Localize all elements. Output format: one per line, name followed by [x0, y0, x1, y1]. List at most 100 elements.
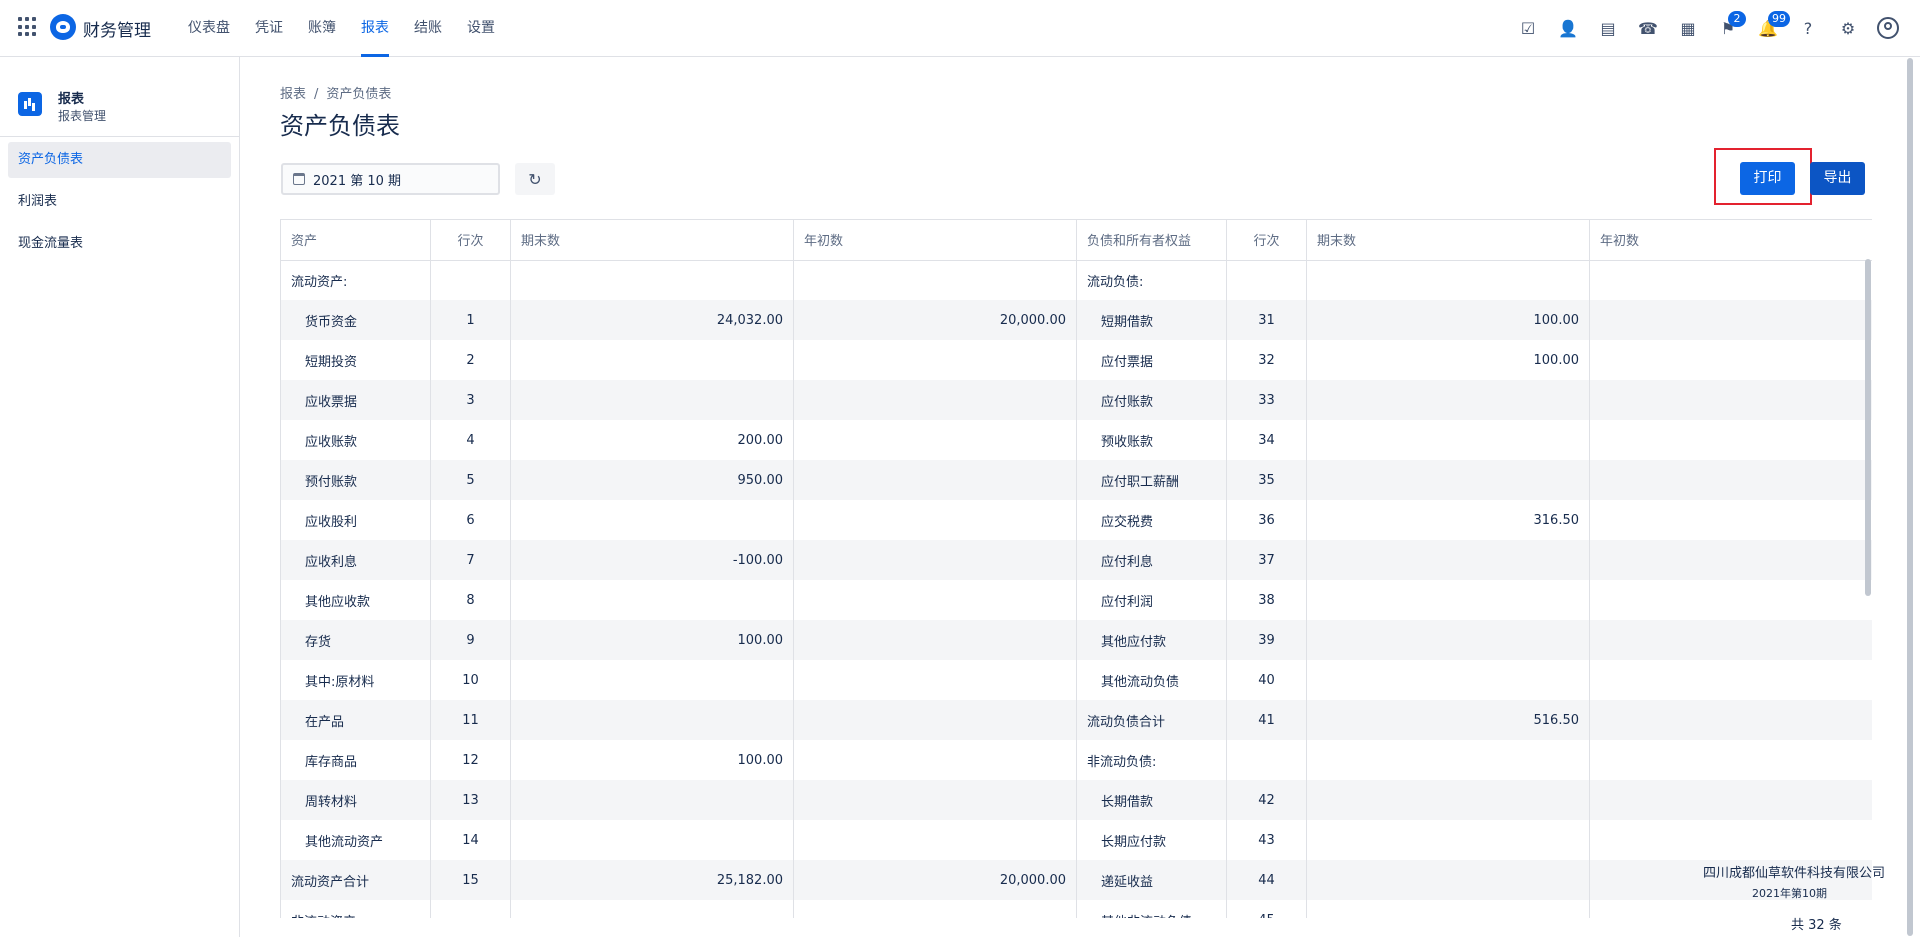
table-row: 其中:原材料 10 其他流动负债 40	[280, 660, 1872, 700]
sidebar-subtitle: 报表管理	[58, 109, 107, 123]
header-period-end: 期末数	[510, 220, 794, 261]
asset-name-cell: 货币资金	[280, 300, 431, 340]
breadcrumb: 报表 / 资产负债表	[280, 87, 392, 102]
user-icon[interactable]: 👤	[1554, 14, 1582, 42]
breadcrumb-reports[interactable]: 报表	[280, 87, 306, 102]
table-scrollbar[interactable]	[1865, 259, 1871, 596]
liability-year-begin-cell	[1589, 580, 1872, 620]
table-row: 应收股利 6 应交税费 36 316.50	[280, 500, 1872, 540]
page-scrollbar[interactable]	[1907, 58, 1913, 936]
asset-year-begin-cell	[793, 380, 1077, 420]
export-button[interactable]: 导出	[1810, 162, 1865, 195]
nav-reports[interactable]: 报表	[361, 0, 389, 57]
nav-dashboard[interactable]: 仪表盘	[188, 0, 230, 57]
flag-icon[interactable]: ⚑ 2	[1714, 11, 1746, 42]
liability-line-no-cell: 34	[1226, 420, 1307, 460]
asset-line-no-cell	[430, 260, 511, 300]
liability-name-cell: 预收账款	[1076, 420, 1227, 460]
asset-name-cell: 预付账款	[280, 460, 431, 500]
asset-line-no-cell: 1	[430, 300, 511, 340]
asset-line-no-cell: 8	[430, 580, 511, 620]
app-switcher-icon[interactable]	[18, 17, 38, 37]
avatar[interactable]	[1874, 14, 1902, 42]
liability-period-end-cell	[1306, 620, 1590, 660]
asset-line-no-cell: 3	[430, 380, 511, 420]
liability-year-begin-cell	[1589, 820, 1872, 860]
nav-ledger[interactable]: 账簿	[308, 0, 336, 57]
task-check-icon[interactable]: ☑	[1514, 14, 1542, 42]
liability-name-cell: 应付利润	[1076, 580, 1227, 620]
table-row: 流动资产: 流动负债:	[280, 260, 1872, 300]
asset-name-cell: 应收账款	[280, 420, 431, 460]
liability-name-cell: 其他应付款	[1076, 620, 1227, 660]
liability-line-no-cell	[1226, 740, 1307, 780]
sidebar-title: 报表	[58, 92, 85, 107]
liability-line-no-cell: 42	[1226, 780, 1307, 820]
table-row: 短期投资 2 应付票据 32 100.00	[280, 340, 1872, 380]
liability-year-begin-cell	[1589, 300, 1872, 340]
asset-year-begin-cell	[793, 340, 1077, 380]
liability-period-end-cell	[1306, 900, 1590, 918]
total-count: 共 32 条	[1791, 918, 1842, 933]
asset-period-end-cell: 24,032.00	[510, 300, 794, 340]
liability-year-begin-cell	[1589, 500, 1872, 540]
header-year-begin: 年初数	[1589, 220, 1872, 261]
liability-period-end-cell	[1306, 740, 1590, 780]
asset-year-begin-cell: 20,000.00	[793, 860, 1077, 900]
liability-name-cell: 应付职工薪酬	[1076, 460, 1227, 500]
asset-name-cell: 流动资产:	[280, 260, 431, 300]
asset-period-end-cell	[510, 380, 794, 420]
period-value: 2021 第 10 期	[313, 173, 402, 189]
help-icon[interactable]: ?	[1794, 14, 1822, 42]
table-row: 预付账款 5 950.00 应付职工薪酬 35	[280, 460, 1872, 500]
liability-year-begin-cell	[1589, 460, 1872, 500]
refresh-button[interactable]: ↻	[515, 163, 555, 195]
table-row: 其他流动资产 14 长期应付款 43	[280, 820, 1872, 860]
asset-year-begin-cell	[793, 260, 1077, 300]
sidebar: 报表 报表管理 资产负债表 利润表 现金流量表	[0, 57, 240, 937]
asset-year-begin-cell	[793, 500, 1077, 540]
asset-period-end-cell	[510, 340, 794, 380]
nav-voucher[interactable]: 凭证	[255, 0, 283, 57]
header-liabilities-equity: 负债和所有者权益	[1076, 220, 1227, 261]
table-row: 应收票据 3 应付账款 33	[280, 380, 1872, 420]
liability-period-end-cell: 100.00	[1306, 300, 1590, 340]
period-picker[interactable]: 2021 第 10 期	[281, 163, 500, 195]
calendar-icon[interactable]: ▦	[1674, 14, 1702, 42]
sidebar-item-cash-flow[interactable]: 现金流量表	[8, 226, 231, 262]
liability-name-cell: 应付票据	[1076, 340, 1227, 380]
nav-settings[interactable]: 设置	[467, 0, 495, 57]
liability-name-cell: 长期借款	[1076, 780, 1227, 820]
liability-period-end-cell	[1306, 820, 1590, 860]
gear-icon[interactable]: ⚙	[1834, 14, 1862, 42]
asset-period-end-cell: 100.00	[510, 620, 794, 660]
liability-period-end-cell	[1306, 860, 1590, 900]
liability-name-cell: 流动负债:	[1076, 260, 1227, 300]
liability-period-end-cell	[1306, 540, 1590, 580]
asset-year-begin-cell	[793, 820, 1077, 860]
asset-year-begin-cell	[793, 620, 1077, 660]
sidebar-item-balance-sheet[interactable]: 资产负债表	[8, 142, 231, 178]
table-row: 库存商品 12 100.00 非流动负债:	[280, 740, 1872, 780]
asset-line-no-cell: 4	[430, 420, 511, 460]
liability-period-end-cell	[1306, 380, 1590, 420]
liability-line-no-cell: 38	[1226, 580, 1307, 620]
liability-line-no-cell: 43	[1226, 820, 1307, 860]
asset-line-no-cell: 13	[430, 780, 511, 820]
header-period-end: 期末数	[1306, 220, 1590, 261]
report-chart-icon	[18, 92, 42, 116]
liability-year-begin-cell	[1589, 780, 1872, 820]
print-button[interactable]: 打印	[1740, 162, 1795, 195]
table-row: 非流动资产: 其他非流动负债45	[280, 900, 1872, 918]
asset-period-end-cell	[510, 660, 794, 700]
document-icon[interactable]: ▤	[1594, 14, 1622, 42]
nav-closing[interactable]: 结账	[414, 0, 442, 57]
bell-icon[interactable]: 🔔 99	[1754, 11, 1790, 42]
asset-name-cell: 其中:原材料	[280, 660, 431, 700]
table-row: 应收账款 4 200.00 预收账款 34	[280, 420, 1872, 460]
asset-name-cell: 流动资产合计	[280, 860, 431, 900]
sidebar-item-income-statement[interactable]: 利润表	[8, 184, 231, 220]
phone-icon[interactable]: ☎	[1634, 14, 1662, 42]
asset-period-end-cell: -100.00	[510, 540, 794, 580]
asset-period-end-cell: 25,182.00	[510, 860, 794, 900]
